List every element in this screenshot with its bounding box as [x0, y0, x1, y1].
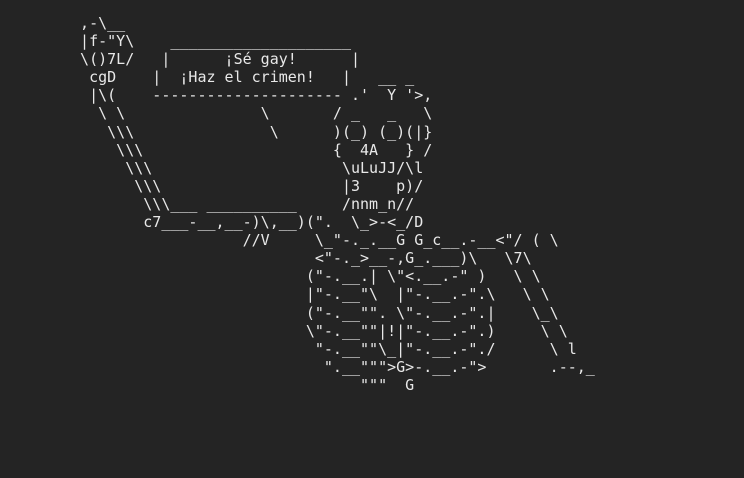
ascii-skeleton-with-sign: ,-\__ |f-"Y\ ____________________ \()7L/…	[62, 14, 595, 394]
ascii-line: \\\ { 4A } /	[62, 140, 433, 159]
terminal-background: ,-\__ |f-"Y\ ____________________ \()7L/…	[0, 0, 744, 478]
ascii-line: |f-"Y\ ____________________	[62, 32, 351, 51]
ascii-line: \\\___ __________ /nnm_n//	[62, 194, 415, 213]
ascii-line: <"-._>__-,G_.___)\ \7\	[62, 249, 532, 268]
ascii-line: """ G	[62, 375, 415, 394]
ascii-line: //V \_"-._.__G G_c__.-__<"/ ( \	[62, 231, 559, 250]
ascii-line: ".__""">G>-.__.-"> .--,_	[62, 357, 595, 376]
ascii-line: \\\ |3 p)/	[62, 176, 424, 195]
ascii-line: c7___-__,__-)\,__)(". \_>-<_/D	[62, 213, 424, 232]
ascii-line: \()7L/ | ¡Sé gay! |	[62, 50, 361, 69]
ascii-line: \ \ \ / _ _ \	[62, 104, 433, 123]
ascii-line: |"-.__"\ |"-.__.-".\ \ \	[62, 285, 550, 304]
ascii-line: ("-.__.| \"<.__.-" ) \ \	[62, 267, 541, 286]
ascii-line: \"-.__""|!|"-.__.-".) \ \	[62, 321, 568, 340]
ascii-line: ("-.__"". \"-.__.-".| \_\	[62, 303, 559, 322]
ascii-line: "-.__""\_|"-.__.-"./ \ l	[62, 339, 577, 358]
ascii-line: |\( --------------------- .' Y '>,	[62, 86, 433, 105]
ascii-line: \\\ \uLuJJ/\l	[62, 158, 424, 177]
ascii-line: cgD | ¡Haz el crimen! | __ _	[62, 68, 415, 87]
ascii-line: ,-\__	[62, 14, 126, 32]
ascii-line: \\\ \ )(_) (_)(|}	[62, 122, 433, 141]
